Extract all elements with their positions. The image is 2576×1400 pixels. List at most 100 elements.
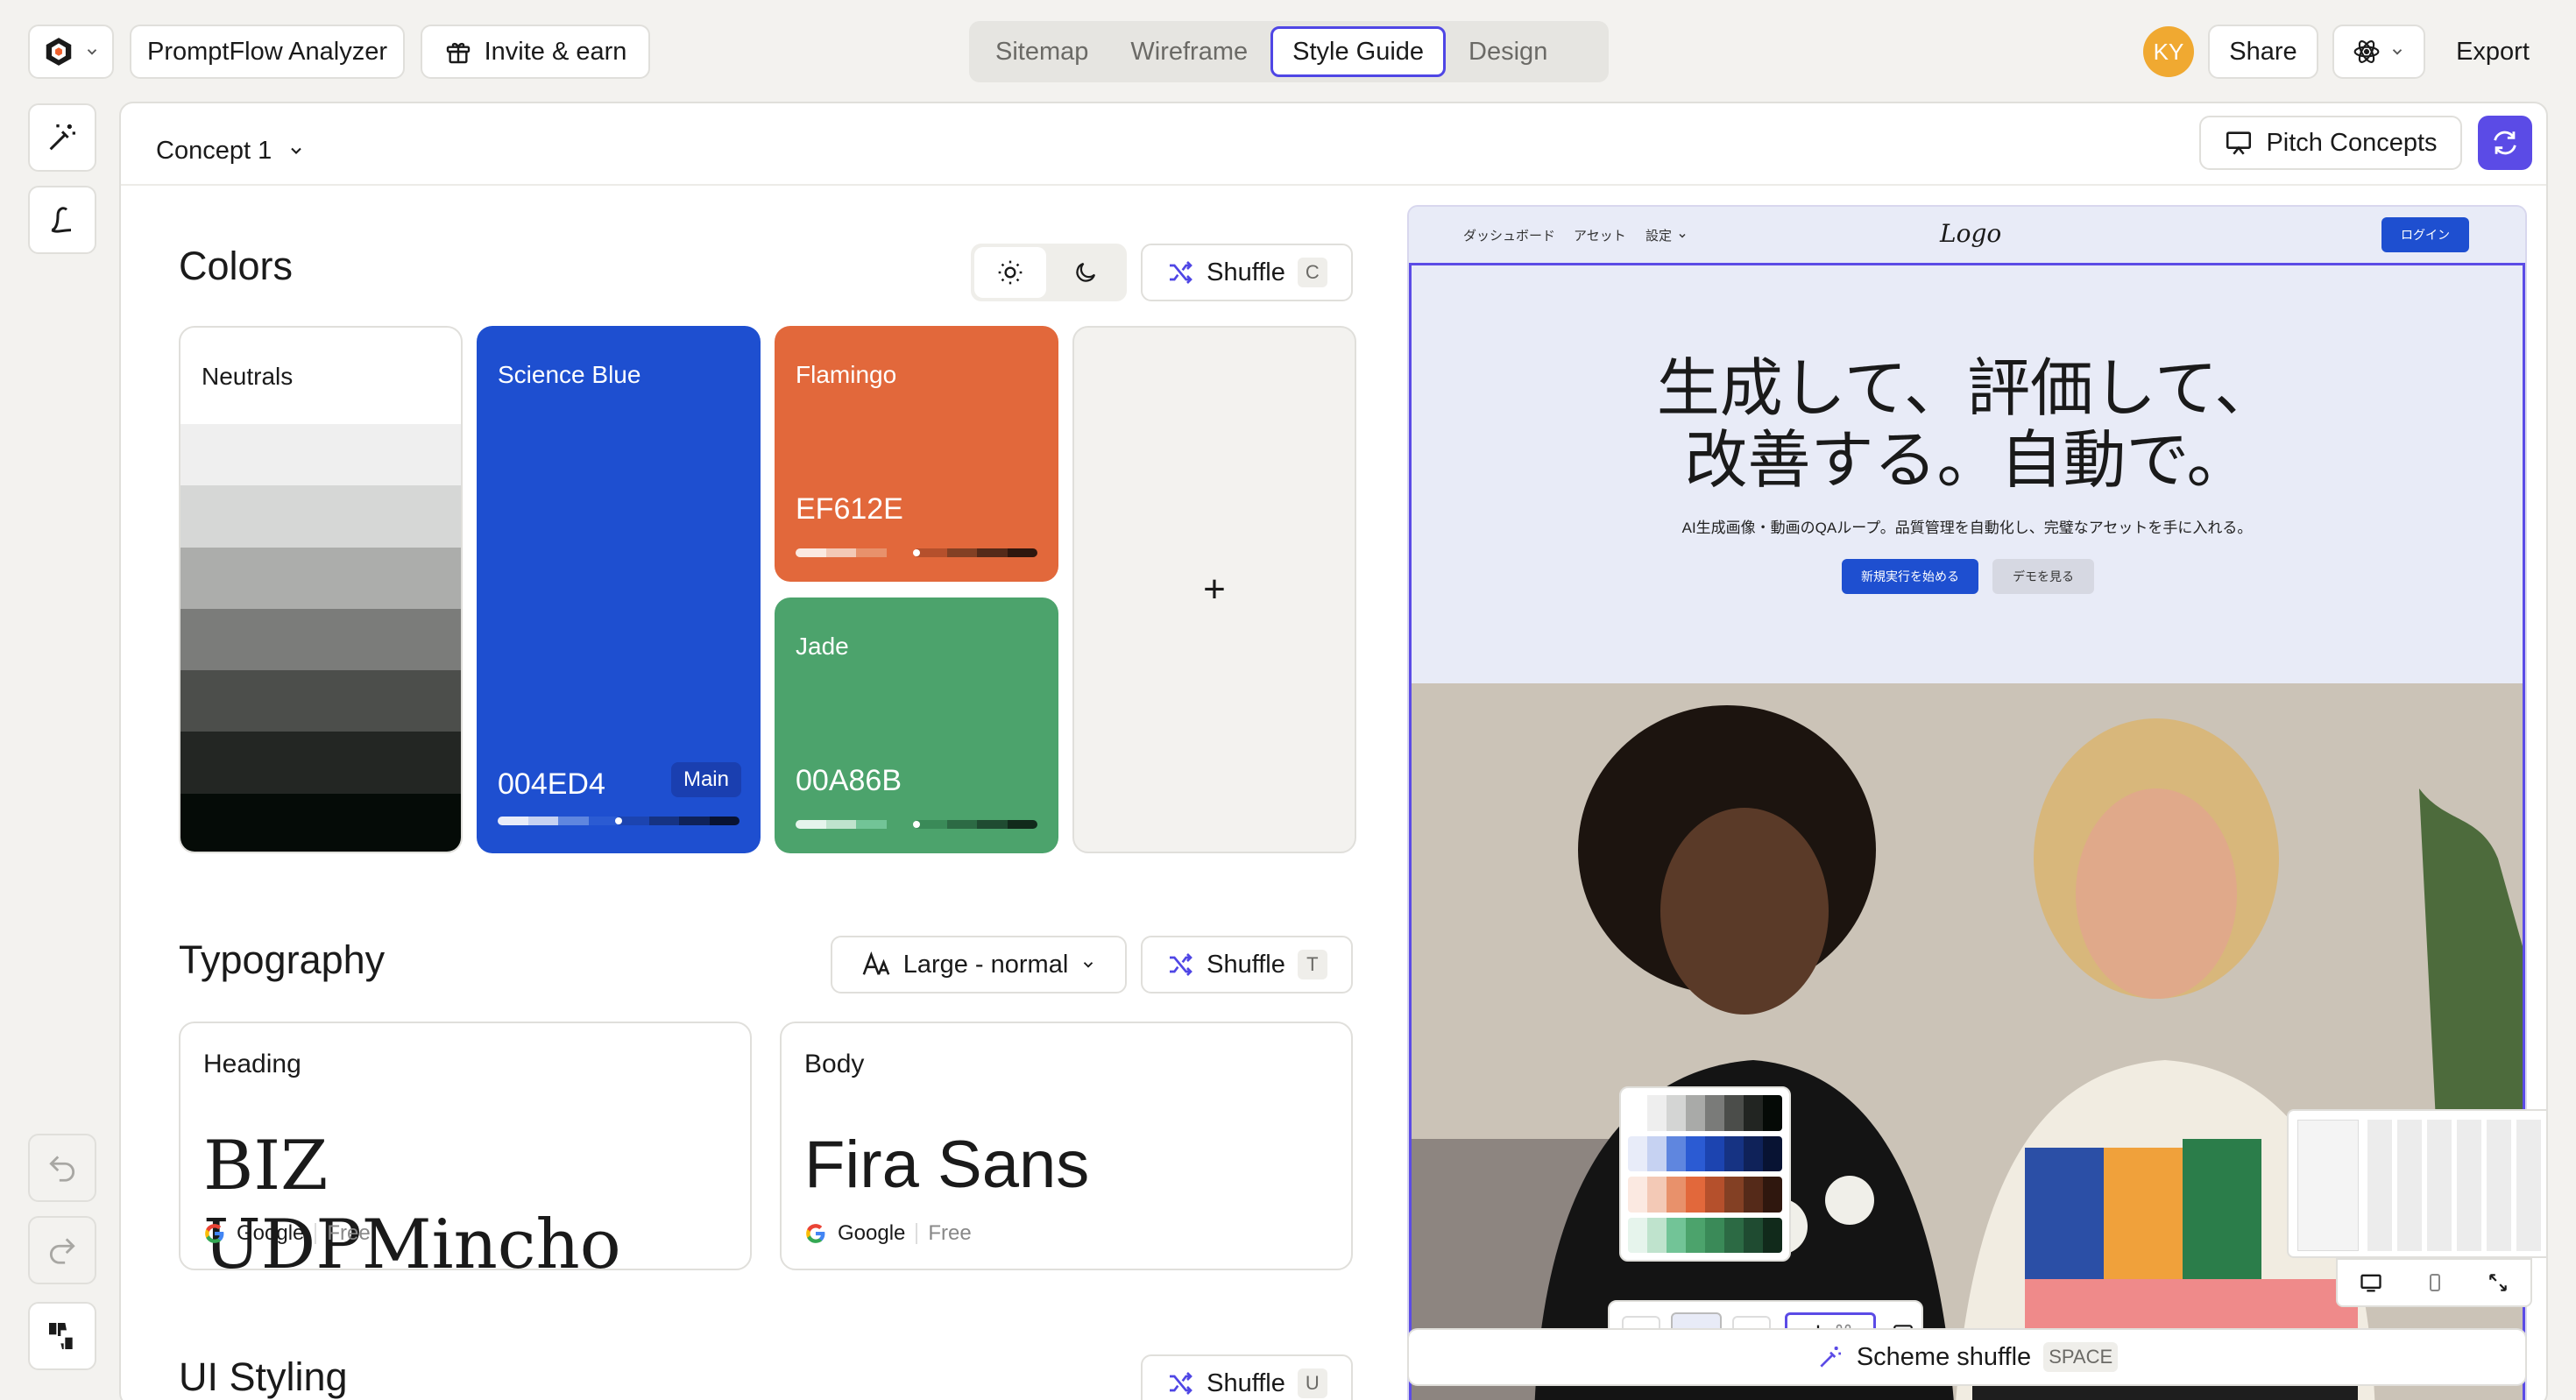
share-label: Share <box>2229 37 2297 66</box>
preview-logo: Logo <box>1940 219 2002 248</box>
dark-mode-button[interactable] <box>1050 247 1122 298</box>
chevron-down-icon <box>2389 44 2405 60</box>
colors-shuffle-button[interactable]: Shuffle C <box>1141 244 1353 301</box>
tab-style-guide-label: Style Guide <box>1292 37 1425 66</box>
body-price-label: Free <box>928 1221 972 1245</box>
light-mode-button[interactable] <box>974 247 1046 298</box>
minimap-page <box>2297 1120 2359 1251</box>
preview-nav-assets[interactable]: アセット <box>1574 226 1626 244</box>
typography-shuffle-button[interactable]: Shuffle T <box>1141 936 1353 993</box>
tab-sitemap-label: Sitemap <box>995 37 1089 66</box>
palette-cell <box>1647 1217 1667 1253</box>
preview-login-button[interactable]: ログイン <box>2381 217 2469 252</box>
science-blue-swatch[interactable]: Science Blue 004ED4 Main <box>477 326 761 853</box>
font-tool-button[interactable] <box>28 186 96 254</box>
project-name-label: PromptFlow Analyzer <box>147 37 387 66</box>
type-size-label: Large - normal <box>902 950 1069 979</box>
preview-subtext: AI生成画像・動画のQAループ。品質管理を自動化し、完璧なアセットを手に入れる。 <box>1681 520 2253 536</box>
feedback-button[interactable] <box>28 1302 96 1370</box>
gift-icon <box>444 38 472 66</box>
desktop-icon[interactable] <box>2359 1270 2383 1295</box>
ai-model-menu-button[interactable] <box>2332 25 2425 79</box>
pitch-concepts-button[interactable]: Pitch Concepts <box>2199 116 2462 170</box>
mobile-icon[interactable] <box>2424 1270 2445 1295</box>
avatar[interactable]: KY <box>2143 26 2194 77</box>
redo-icon <box>46 1234 79 1267</box>
device-toolbar <box>2336 1258 2532 1307</box>
palette-cell <box>1686 1095 1705 1131</box>
body-font-name: Fira Sans <box>804 1128 1090 1202</box>
share-button[interactable]: Share <box>2208 25 2318 79</box>
preview-cta-primary[interactable]: 新規実行を始める <box>1842 559 1978 594</box>
science-blue-scale-marker <box>615 817 622 824</box>
heading-font-card[interactable]: Heading BIZ UDPMincho Google Free <box>179 1022 752 1284</box>
preview-login-label: ログイン <box>2401 228 2450 242</box>
tab-sitemap[interactable]: Sitemap <box>976 26 1108 77</box>
concept-selector[interactable]: Concept 1 <box>156 128 305 173</box>
flamingo-swatch[interactable]: Flamingo EF612E <box>775 326 1058 582</box>
tab-wireframe[interactable]: Wireframe <box>1111 26 1267 77</box>
palette-cell <box>1724 1217 1744 1253</box>
type-size-dropdown[interactable]: Large - normal <box>831 936 1127 993</box>
expand-icon[interactable] <box>2487 1271 2509 1294</box>
magic-wand-icon <box>1816 1343 1844 1371</box>
typography-shuffle-label: Shuffle <box>1207 950 1285 979</box>
neutrals-name: Neutrals <box>202 363 294 390</box>
science-blue-hex: 004ED4 <box>498 767 605 801</box>
neutral-shade <box>180 608 461 671</box>
add-color-button[interactable]: + <box>1072 326 1356 853</box>
palette-cell <box>1628 1095 1647 1131</box>
typography-shuffle-shortcut: T <box>1297 950 1327 979</box>
heading-card-label: Heading <box>203 1050 301 1078</box>
chevron-down-icon <box>1080 957 1096 972</box>
neutrals-swatch[interactable]: Neutrals <box>179 326 463 853</box>
palette-cell <box>1744 1095 1763 1131</box>
palette-row[interactable] <box>1628 1217 1782 1253</box>
palette-cell <box>1628 1135 1647 1171</box>
refresh-icon <box>2490 128 2520 158</box>
preview-headline: 生成して、評価して、 改善する。自動で。 <box>1409 352 2525 496</box>
redo-button[interactable] <box>28 1216 96 1284</box>
palette-row[interactable] <box>1628 1177 1782 1213</box>
shuffle-icon <box>1166 951 1194 979</box>
body-font-card[interactable]: Body Fira Sans Google Free <box>780 1022 1353 1270</box>
app-menu-button[interactable] <box>28 25 114 79</box>
tab-wireframe-label: Wireframe <box>1130 37 1249 66</box>
palette-cell <box>1686 1135 1705 1171</box>
tab-design-label: Design <box>1468 37 1548 66</box>
palette-cell <box>1705 1217 1724 1253</box>
pitch-concepts-label: Pitch Concepts <box>2266 128 2438 157</box>
minimap[interactable] <box>2287 1109 2546 1258</box>
palette-cell <box>1763 1217 1782 1253</box>
palette-row[interactable] <box>1628 1135 1782 1171</box>
ui-styling-shuffle-label: Shuffle <box>1207 1368 1285 1397</box>
undo-button[interactable] <box>28 1134 96 1202</box>
export-button[interactable]: Export <box>2438 25 2548 79</box>
cube-logo-icon <box>42 35 75 68</box>
ui-styling-shuffle-button[interactable]: Shuffle U <box>1141 1354 1353 1400</box>
palette-cell <box>1724 1177 1744 1213</box>
palette-popup[interactable] <box>1619 1086 1791 1262</box>
jade-swatch[interactable]: Jade 00A86B <box>775 597 1058 853</box>
project-name-button[interactable]: PromptFlow Analyzer <box>130 25 405 79</box>
ui-styling-title: UI Styling <box>179 1354 348 1399</box>
preview-nav-dashboard[interactable]: ダッシュボード <box>1463 226 1555 244</box>
regenerate-button[interactable] <box>2478 116 2532 170</box>
palette-cell <box>1763 1135 1782 1171</box>
palette-row[interactable] <box>1628 1095 1782 1131</box>
palette-cell <box>1744 1135 1763 1171</box>
invite-earn-button[interactable]: Invite & earn <box>421 25 650 79</box>
scheme-shuffle-button[interactable]: Scheme shuffle SPACE <box>1407 1328 2527 1386</box>
palette-cell <box>1667 1177 1686 1213</box>
google-icon <box>203 1222 226 1245</box>
palette-cell <box>1647 1095 1667 1131</box>
tab-style-guide[interactable]: Style Guide <box>1270 26 1447 77</box>
preview-cta-secondary[interactable]: デモを見る <box>1992 559 2094 594</box>
magic-edit-button[interactable] <box>28 103 96 172</box>
tab-design[interactable]: Design <box>1449 26 1567 77</box>
magic-wand-edit-icon <box>45 120 80 155</box>
preview-nav-settings[interactable]: 設定 <box>1645 226 1688 244</box>
preview-cta-primary-label: 新規実行を始める <box>1861 569 1959 583</box>
font-size-icon <box>861 950 891 979</box>
source-divider <box>916 1223 918 1244</box>
